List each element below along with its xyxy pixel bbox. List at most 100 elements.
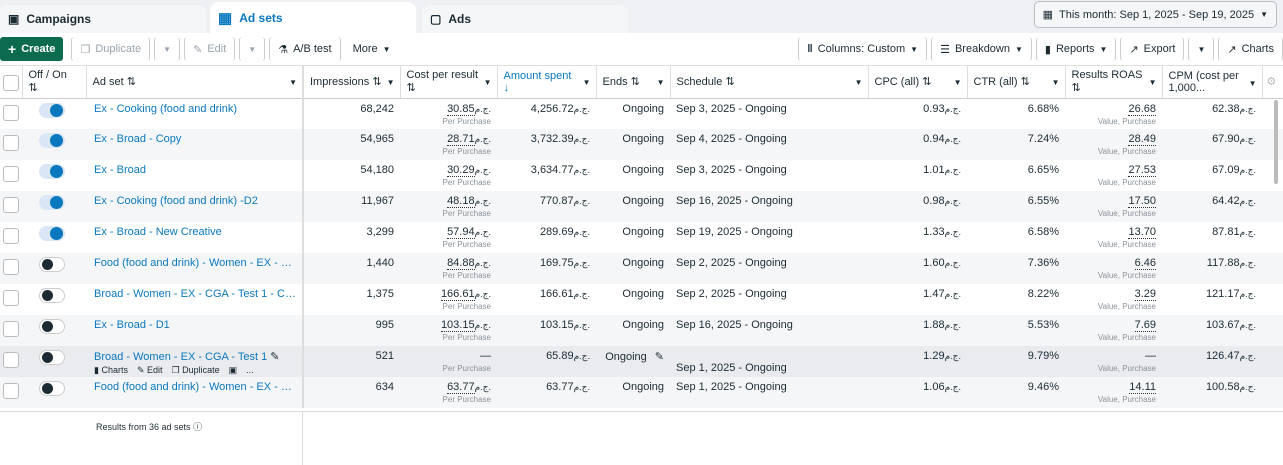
on-off-toggle[interactable] bbox=[39, 164, 65, 179]
row-checkbox[interactable] bbox=[3, 104, 19, 121]
header-results-roas[interactable]: Results ROAS ⇅ ▼ bbox=[1065, 66, 1163, 99]
ad-set-name-link[interactable]: Food (food and drink) - Women - EX - CGA… bbox=[94, 381, 296, 393]
export-button[interactable]: ↗ Export bbox=[1120, 37, 1185, 61]
ad-set-name-link[interactable]: Ex - Broad - D1 bbox=[94, 319, 296, 331]
ad-set-name-link[interactable]: Food (food and drink) - Women - EX - CGA… bbox=[94, 257, 296, 269]
row-select[interactable] bbox=[0, 191, 22, 222]
select-all-checkbox[interactable] bbox=[3, 74, 19, 91]
edit-action[interactable]: ✎ Edit bbox=[137, 365, 163, 376]
on-off-toggle[interactable] bbox=[39, 102, 65, 118]
table-row[interactable]: Ex - Broad - D1 995 103.15ج.م. Per Purcha… bbox=[0, 315, 1283, 346]
reports-button[interactable]: ▮ Reports ▼ bbox=[1035, 37, 1117, 61]
cost-per-result-cell: 30.85ج.م. Per Purchase bbox=[400, 98, 497, 129]
row-checkbox[interactable] bbox=[3, 290, 19, 306]
row-checkbox[interactable] bbox=[3, 228, 19, 244]
table-row[interactable]: Broad - Women - EX - CGA - Test 1 ✎ ▮ Cha… bbox=[0, 346, 1283, 377]
table-row[interactable]: Ex - Cooking (food and drink) -D2 11,967… bbox=[0, 191, 1283, 222]
table-row[interactable]: Food (food and drink) - Women - EX - CGA… bbox=[0, 377, 1283, 408]
on-off-toggle[interactable] bbox=[39, 226, 65, 241]
row-select[interactable] bbox=[0, 98, 22, 129]
row-checkbox[interactable] bbox=[3, 197, 19, 213]
ad-set-name-link[interactable]: Broad - Women - EX - CGA - Test 1 - Copy bbox=[94, 288, 296, 300]
ad-set-name-link[interactable]: Ex - Broad bbox=[94, 164, 296, 176]
preview-icon[interactable]: ▣ bbox=[229, 365, 238, 376]
duplicate-dropdown[interactable]: ▼ bbox=[154, 37, 181, 61]
vertical-scrollbar[interactable] bbox=[1274, 100, 1278, 184]
header-cpm[interactable]: CPM (cost per 1,000... ▼ bbox=[1162, 66, 1263, 99]
info-icon[interactable]: ⓘ bbox=[193, 422, 202, 432]
header-amount-spent[interactable]: Amount spent ↓ ▼ bbox=[497, 66, 597, 99]
on-off-toggle[interactable] bbox=[39, 195, 65, 210]
on-off-toggle[interactable] bbox=[39, 288, 65, 303]
row-checkbox[interactable] bbox=[3, 383, 19, 399]
ab-test-button[interactable]: ⚗ A/B test bbox=[269, 37, 341, 61]
row-select[interactable] bbox=[0, 253, 22, 284]
row-select[interactable] bbox=[0, 222, 22, 253]
header-cpc[interactable]: CPC (all) ⇅ ▼ bbox=[868, 66, 968, 99]
pencil-icon[interactable]: ✎ bbox=[270, 351, 279, 363]
header-schedule[interactable]: Schedule ⇅ ▼ bbox=[670, 66, 869, 99]
header-ctr[interactable]: CTR (all) ⇅ ▼ bbox=[967, 66, 1066, 99]
edit-button[interactable]: ✎ Edit bbox=[184, 37, 236, 61]
spacer-cell bbox=[1262, 160, 1283, 191]
row-select[interactable] bbox=[0, 315, 22, 346]
header-ad-set[interactable]: Ad set ⇅ ▼ bbox=[86, 66, 304, 99]
breakdown-button[interactable]: ☰ Breakdown ▼ bbox=[931, 37, 1032, 61]
on-off-toggle[interactable] bbox=[39, 319, 65, 334]
edit-dropdown[interactable]: ▼ bbox=[239, 37, 266, 61]
currency: ج.م. bbox=[474, 103, 491, 114]
on-off-toggle[interactable] bbox=[39, 257, 65, 272]
row-select[interactable] bbox=[0, 284, 22, 315]
column-settings[interactable]: ⚙ bbox=[1262, 66, 1283, 99]
ad-set-name-link[interactable]: Ex - Broad - Copy bbox=[94, 133, 296, 145]
row-select[interactable] bbox=[0, 160, 22, 191]
charts-action[interactable]: ▮ Charts bbox=[94, 365, 128, 376]
table-row[interactable]: Ex - Cooking (food and drink) 68,242 30.… bbox=[0, 98, 1283, 129]
table-row[interactable]: Food (food and drink) - Women - EX - CGA… bbox=[0, 253, 1283, 284]
tab-ads[interactable]: ▢ Ads bbox=[422, 5, 628, 33]
row-select[interactable] bbox=[0, 129, 22, 160]
on-off-toggle[interactable] bbox=[39, 381, 65, 396]
currency: ج.م. bbox=[573, 289, 590, 299]
duplicate-button[interactable]: ❐ Duplicate bbox=[71, 37, 151, 61]
header-off-on[interactable]: Off / On ⇅ bbox=[22, 66, 87, 99]
more-button[interactable]: More ▼ bbox=[344, 37, 399, 61]
row-checkbox[interactable] bbox=[3, 352, 19, 368]
header-ends[interactable]: Ends ⇅ ▼ bbox=[596, 66, 671, 99]
ad-set-name-link[interactable]: Ex - Broad - New Creative bbox=[94, 226, 296, 238]
table-row[interactable]: Broad - Women - EX - CGA - Test 1 - Copy… bbox=[0, 284, 1283, 315]
export-label: Export bbox=[1143, 43, 1176, 55]
create-button[interactable]: + Create bbox=[0, 37, 64, 61]
reports-icon: ▮ bbox=[1044, 43, 1051, 56]
row-checkbox[interactable] bbox=[3, 321, 19, 337]
columns-button[interactable]: ‖ Columns: Custom ▼ bbox=[798, 37, 928, 61]
pencil-icon[interactable]: ✎ bbox=[655, 351, 664, 363]
row-checkbox[interactable] bbox=[3, 259, 19, 275]
row-checkbox[interactable] bbox=[3, 166, 19, 182]
tab-label: Ads bbox=[448, 12, 472, 26]
on-off-toggle[interactable] bbox=[39, 133, 65, 148]
cpm-cell: 100.58ج.م. bbox=[1162, 377, 1262, 408]
table-row[interactable]: Ex - Broad - New Creative 3,299 57.94ج.م… bbox=[0, 222, 1283, 253]
export-dropdown[interactable]: ▼ bbox=[1188, 37, 1215, 61]
on-off-toggle[interactable] bbox=[39, 350, 65, 365]
ad-set-name-link[interactable]: Broad - Women - EX - CGA - Test 1 bbox=[94, 351, 267, 363]
tab-campaigns[interactable]: ▣ Campaigns bbox=[0, 5, 206, 33]
select-all-header[interactable] bbox=[0, 66, 23, 99]
date-range-picker[interactable]: ▦ This month: Sep 1, 2025 - Sep 19, 2025 ▼ bbox=[1033, 1, 1277, 28]
table-row[interactable]: Ex - Broad 54,180 30.29ج.م. Per Purchase … bbox=[0, 160, 1283, 191]
row-select[interactable] bbox=[0, 377, 22, 408]
ad-set-name-link[interactable]: Ex - Cooking (food and drink) -D2 bbox=[94, 195, 296, 207]
row-select[interactable] bbox=[0, 346, 22, 377]
charts-button[interactable]: ↗ Charts bbox=[1218, 37, 1283, 61]
duplicate-action[interactable]: ❐ Duplicate bbox=[172, 365, 220, 376]
header-cost-per-result[interactable]: Cost per result ⇅ ▼ bbox=[400, 66, 498, 99]
tab-ad-sets[interactable]: ▦ Ad sets bbox=[210, 2, 416, 33]
impressions-cell: 521 bbox=[303, 346, 400, 377]
ctr-cell: 7.24% bbox=[967, 129, 1065, 160]
ad-set-name-link[interactable]: Ex - Cooking (food and drink) bbox=[94, 103, 296, 115]
row-checkbox[interactable] bbox=[3, 135, 19, 151]
table-row[interactable]: Ex - Broad - Copy 54,965 28.71ج.م. Per Pu… bbox=[0, 129, 1283, 160]
more-actions-button[interactable]: ... bbox=[246, 365, 254, 376]
header-impressions[interactable]: Impressions ⇅ ▼ bbox=[303, 66, 401, 99]
